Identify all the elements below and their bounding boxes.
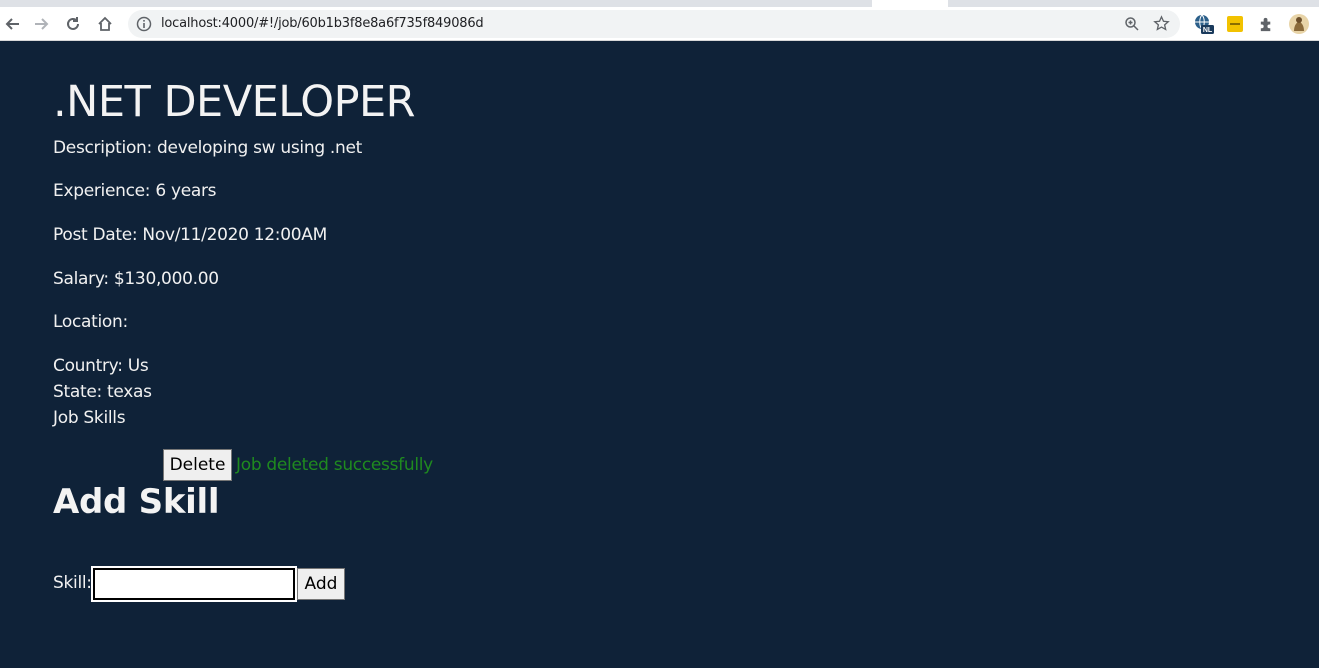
job-post-date: Post Date: Nov/11/2020 12:00AM (53, 225, 327, 245)
job-state: State: texas (53, 382, 152, 402)
skill-label: Skill: (53, 573, 92, 593)
reload-icon[interactable] (60, 11, 86, 37)
active-tab[interactable] (872, 0, 948, 7)
add-skill-heading: Add Skill (53, 482, 220, 522)
home-icon[interactable] (92, 11, 118, 37)
forward-icon[interactable] (28, 11, 54, 37)
delete-button[interactable]: Delete (163, 449, 232, 481)
job-experience: Experience: 6 years (53, 181, 217, 201)
tab-strip (0, 0, 1319, 7)
job-salary: Salary: $130,000.00 (53, 269, 219, 289)
extension-badge: NL (1203, 27, 1213, 34)
job-title: .NET DEVELOPER (53, 77, 416, 127)
translate-extension-icon[interactable]: NL (1193, 13, 1215, 35)
back-icon[interactable] (0, 11, 26, 37)
yellow-extension-icon[interactable] (1224, 13, 1246, 35)
job-skills-label: Job Skills (53, 408, 126, 428)
job-location-label: Location: (53, 312, 128, 332)
skill-input[interactable] (91, 566, 297, 602)
status-message: Job deleted successfully (236, 455, 433, 475)
browser-toolbar: localhost:4000/#!/job/60b1b3f8e8a6f735f8… (0, 7, 1319, 41)
job-country: Country: Us (53, 356, 149, 376)
bookmark-star-icon[interactable] (1153, 15, 1170, 32)
profile-avatar-icon[interactable] (1288, 13, 1310, 35)
job-description: Description: developing sw using .net (53, 138, 363, 158)
zoom-icon[interactable] (1124, 16, 1140, 32)
site-info-icon[interactable] (136, 16, 152, 32)
url-text[interactable]: localhost:4000/#!/job/60b1b3f8e8a6f735f8… (161, 16, 484, 31)
puzzle-extension-icon[interactable] (1255, 13, 1277, 35)
address-bar[interactable]: localhost:4000/#!/job/60b1b3f8e8a6f735f8… (128, 10, 1180, 38)
add-skill-button[interactable]: Add (297, 568, 345, 600)
